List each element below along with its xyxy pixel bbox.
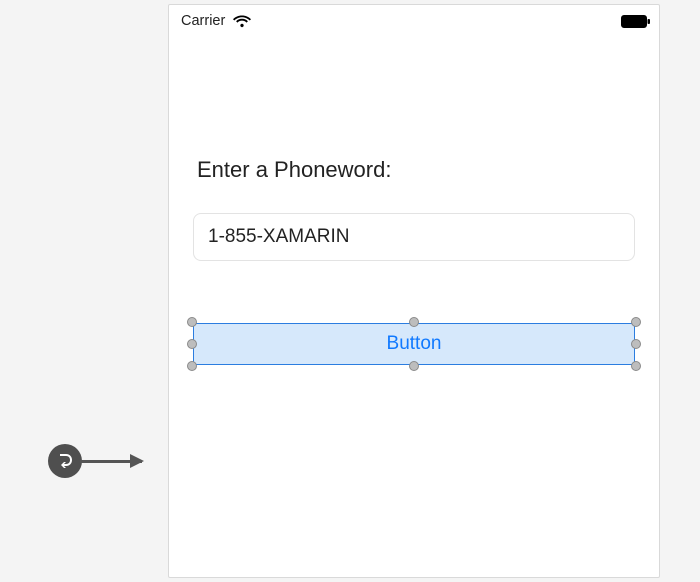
resize-handle-top-right[interactable] bbox=[631, 317, 641, 327]
resize-handle-top-left[interactable] bbox=[187, 317, 197, 327]
arrow-right-icon bbox=[80, 460, 142, 463]
status-bar: Carrier bbox=[169, 5, 659, 33]
carrier-label: Carrier bbox=[181, 13, 225, 29]
drag-origin-icon bbox=[48, 444, 82, 478]
resize-handle-middle-right[interactable] bbox=[631, 339, 641, 349]
resize-handle-bottom-center[interactable] bbox=[409, 361, 419, 371]
wifi-icon bbox=[233, 15, 251, 28]
resize-handle-bottom-right[interactable] bbox=[631, 361, 641, 371]
phoneword-prompt: Enter a Phoneword: bbox=[197, 157, 635, 183]
action-button[interactable]: Button bbox=[193, 323, 635, 365]
drag-arrow-annotation bbox=[48, 444, 142, 478]
status-left: Carrier bbox=[181, 13, 251, 29]
resize-handle-middle-left[interactable] bbox=[187, 339, 197, 349]
device-frame: Carrier Enter a Phoneword: Button bbox=[168, 4, 660, 578]
resize-handle-top-center[interactable] bbox=[409, 317, 419, 327]
phoneword-input[interactable] bbox=[193, 213, 635, 261]
resize-handle-bottom-left[interactable] bbox=[187, 361, 197, 371]
battery-icon bbox=[621, 15, 651, 28]
screen-content: Enter a Phoneword: Button bbox=[169, 33, 659, 365]
selected-control[interactable]: Button bbox=[193, 323, 635, 365]
